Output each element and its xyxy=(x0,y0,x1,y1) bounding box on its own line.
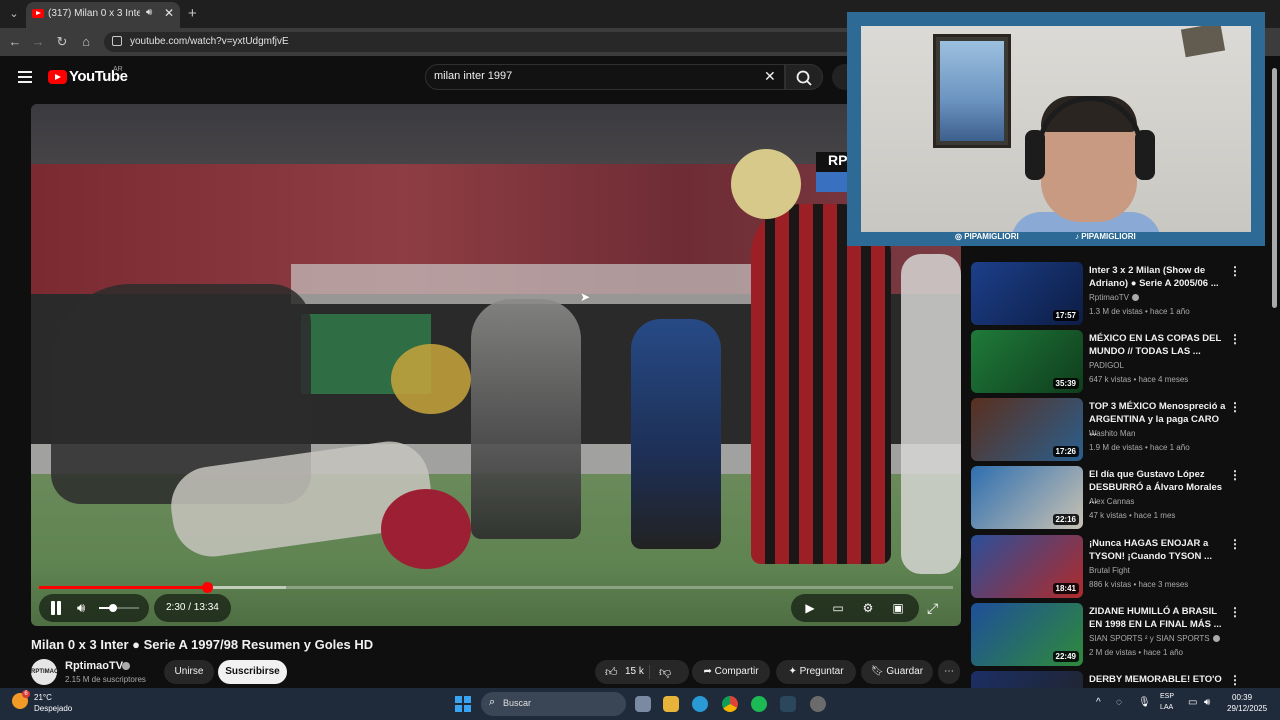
recommendation-title[interactable]: MÉXICO EN LAS COPAS DEL MUNDO // TODAS L… xyxy=(1089,332,1229,358)
file-explorer-icon[interactable] xyxy=(663,696,679,712)
recommendation-channel[interactable]: RptimaoTV xyxy=(1089,293,1140,302)
search-icon: ⌕ xyxy=(489,696,496,708)
recommendation-thumbnail[interactable]: 17:57 xyxy=(971,262,1083,325)
recommendation-thumbnail[interactable]: 17:26 xyxy=(971,398,1083,461)
weather-description[interactable]: Despejado xyxy=(34,704,72,713)
video-duration: 17:57 xyxy=(1052,310,1079,321)
recommendation-title[interactable]: ¡Nunca HAGAS ENOJAR a TYSON! ¡Cuando TYS… xyxy=(1089,537,1229,563)
recommendation-title[interactable]: ZIDANE HUMILLÓ A BRASIL EN 1998 EN LA FI… xyxy=(1089,605,1229,631)
video-duration: 35:39 xyxy=(1052,378,1079,389)
recommendation-channel[interactable]: SIAN SPORTS ² y SIAN SPORTS xyxy=(1089,634,1220,643)
network-icon[interactable]: ▭ xyxy=(1188,697,1197,708)
recommendation-thumbnail[interactable]: 22:49 xyxy=(971,603,1083,666)
microphone-icon[interactable]: 🎙︎ xyxy=(1138,697,1151,708)
recommendation-meta: 1.9 M de vistas • hace 1 año xyxy=(1089,443,1190,452)
recommendation-meta: 886 k vistas • hace 3 meses xyxy=(1089,580,1189,589)
recommendation-title[interactable]: DERBY MEMORABLE! ETO'O vs xyxy=(1089,673,1229,688)
recommendation-thumbnail[interactable] xyxy=(971,671,1083,688)
steam-icon[interactable] xyxy=(780,696,796,712)
more-options-icon[interactable]: ⋮ xyxy=(1229,468,1241,482)
recommendation-meta: 647 k vistas • hace 4 meses xyxy=(1089,375,1189,384)
recommendation-meta: 2 M de vistas • hace 1 año xyxy=(1089,648,1183,657)
recommendation-channel[interactable]: PADIGOL xyxy=(1089,361,1124,370)
clock-date[interactable]: 29/12/2025 xyxy=(1227,704,1267,713)
video-duration: 17:26 xyxy=(1052,446,1079,457)
spotify-icon[interactable] xyxy=(751,696,767,712)
video-duration: 22:49 xyxy=(1052,651,1079,662)
recommendation-thumbnail[interactable]: 35:39 xyxy=(971,330,1083,393)
recommendation-channel[interactable]: Alex Cannas xyxy=(1089,497,1134,506)
tray-app-icon[interactable]: ◌ xyxy=(1116,697,1122,708)
chrome-browser-icon[interactable] xyxy=(722,696,738,712)
video-duration: 22:16 xyxy=(1052,514,1079,525)
recommendation-item[interactable]: 18:41 ¡Nunca HAGAS ENOJAR a TYSON! ¡Cuand… xyxy=(971,535,1261,599)
recommendation-item[interactable]: 22:16 El día que Gustavo López DESBURRÓ a… xyxy=(971,466,1261,530)
more-options-icon[interactable]: ⋮ xyxy=(1229,673,1241,687)
recommendation-channel[interactable]: Washito Man xyxy=(1089,429,1135,438)
more-options-icon[interactable]: ⋮ xyxy=(1229,264,1241,278)
more-options-icon[interactable]: ⋮ xyxy=(1229,605,1241,619)
weather-badge: 6 xyxy=(22,690,30,698)
recommendation-channel[interactable]: Brutal Fight xyxy=(1089,566,1130,575)
recommendation-item[interactable]: DERBY MEMORABLE! ETO'O vs⋮ xyxy=(971,671,1261,688)
clock-time[interactable]: 00:39 xyxy=(1232,693,1252,702)
more-options-icon[interactable]: ⋮ xyxy=(1229,537,1241,551)
weather-temperature[interactable]: 21°C xyxy=(34,693,52,702)
keyboard-layout[interactable]: LAA xyxy=(1160,704,1173,711)
recommendation-meta: 1.3 M de vistas • hace 1 año xyxy=(1089,307,1190,316)
recommendation-item[interactable]: 35:39 MÉXICO EN LAS COPAS DEL MUNDO // TO… xyxy=(971,330,1261,394)
recommendation-title[interactable]: Inter 3 x 2 Milan (Show de Adriano) ● Se… xyxy=(1089,264,1229,290)
edge-browser-icon[interactable] xyxy=(692,696,708,712)
recommendation-item[interactable]: 22:49 ZIDANE HUMILLÓ A BRASIL EN 1998 EN … xyxy=(971,603,1261,667)
video-duration: 18:41 xyxy=(1052,583,1079,594)
obs-studio-icon[interactable] xyxy=(810,696,826,712)
tray-expand-icon[interactable]: ^ xyxy=(1096,697,1101,708)
verified-badge-icon xyxy=(1212,635,1220,643)
taskbar-search-label: Buscar xyxy=(503,698,532,708)
recommendations-list: 17:57 Inter 3 x 2 Milan (Show de Adriano)… xyxy=(0,0,1280,688)
verified-badge-icon xyxy=(1132,294,1140,302)
windows-taskbar: 6 21°C Despejado ⌕ Buscar ^ ◌ 🎙︎ ESP LAA… xyxy=(0,688,1280,720)
recommendation-item[interactable]: 17:26 TOP 3 MÉXICO Menospreció a ARGENTIN… xyxy=(971,398,1261,462)
language-indicator[interactable]: ESP xyxy=(1160,693,1174,700)
task-view-icon[interactable] xyxy=(635,696,651,712)
recommendation-thumbnail[interactable]: 22:16 xyxy=(971,466,1083,529)
speaker-icon[interactable]: 🔊︎ xyxy=(1204,697,1210,708)
taskbar-search[interactable]: ⌕ Buscar xyxy=(481,692,626,716)
scrollbar-thumb[interactable] xyxy=(1272,68,1277,308)
recommendation-thumbnail[interactable]: 18:41 xyxy=(971,535,1083,598)
scrollbar[interactable] xyxy=(1270,58,1278,698)
more-options-icon[interactable]: ⋮ xyxy=(1229,332,1241,346)
start-windows-icon[interactable] xyxy=(455,696,471,712)
more-options-icon[interactable]: ⋮ xyxy=(1229,400,1241,414)
recommendation-meta: 47 k vistas • hace 1 mes xyxy=(1089,511,1176,520)
recommendation-item[interactable]: 17:57 Inter 3 x 2 Milan (Show de Adriano)… xyxy=(971,262,1261,326)
